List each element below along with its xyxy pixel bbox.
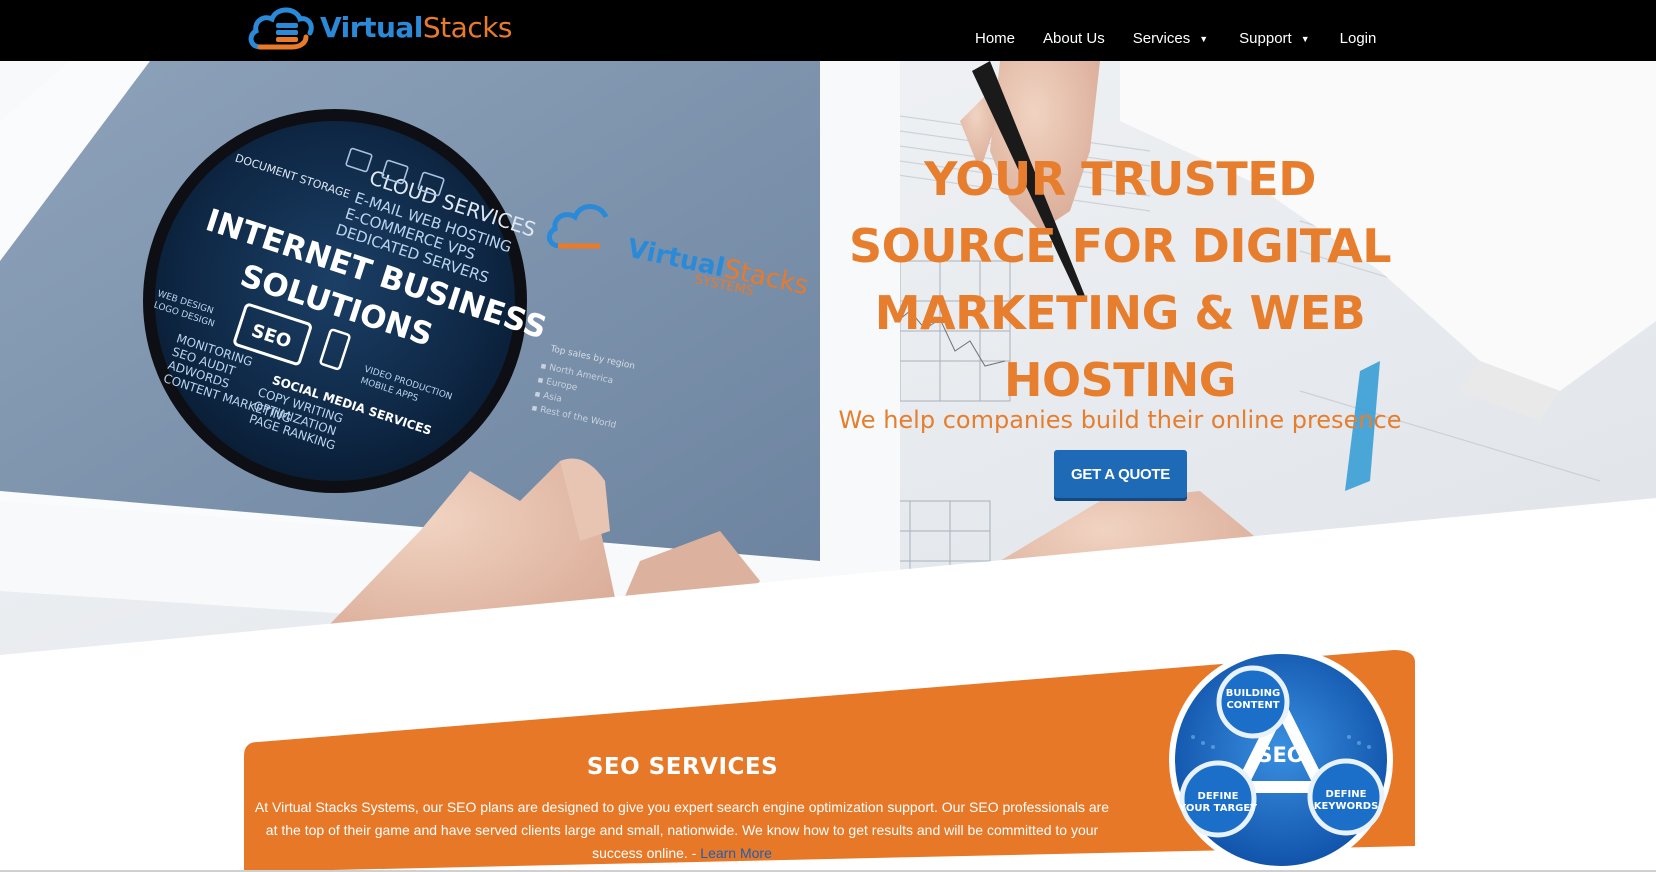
seo-section-title: SEO SERVICES [586,754,779,780]
seo-description: At Virtual Stacks Systems, our SEO plans… [252,796,1112,865]
hero-section: VirtualStacks SYSTEMS Top sales by regio… [0,61,1656,655]
seo-graphic-right-line2: KEYWORDS [1314,801,1379,812]
seo-description-text: At Virtual Stacks Systems, our SEO plans… [254,799,1110,861]
seo-graphic-top-line1: BUILDING [1226,688,1280,699]
nav-support-label: Support [1239,30,1292,47]
nav-home[interactable]: Home [975,30,1015,47]
seo-graphic-center: SEO [1257,743,1304,767]
nav-login-label: Login [1339,30,1377,47]
top-navbar: VirtualStacks Home About Us Services ▼ Su… [0,0,1656,61]
site-logo[interactable]: VirtualStacks [246,3,513,57]
nav-about-label: About Us [1043,30,1105,47]
seo-cycle-graphic: BUILDING CONTENT SEO DEFINE YOUR TARGET … [1169,648,1393,872]
nav-services[interactable]: Services ▼ [1133,30,1208,47]
logo-wordmark: VirtualStacks [320,10,513,44]
seo-graphic-left-line1: DEFINE [1198,791,1239,802]
nav-support[interactable]: Support ▼ [1239,30,1309,47]
caret-down-icon: ▼ [1300,34,1310,44]
seo-graphic-left-line2: YOUR TARGET [1178,803,1257,814]
get-a-quote-button[interactable]: GET A QUOTE [1054,450,1187,498]
caret-down-icon: ▼ [1199,34,1209,44]
nav-home-label: Home [975,30,1016,47]
nav-services-label: Services [1132,30,1191,47]
main-nav: Home About Us Services ▼ Support ▼ Login [975,30,1376,47]
seo-graphic-right-line1: DEFINE [1326,789,1367,800]
hero-subheadline: We help companies build their online pre… [838,406,1402,434]
seo-graphic-top-line2: CONTENT [1226,700,1279,711]
nav-about-us[interactable]: About Us [1043,30,1105,47]
hero-headline: YOUR TRUSTED SOURCE FOR DIGITAL MARKETIN… [848,152,1392,407]
learn-more-link[interactable]: Learn More [700,845,772,861]
nav-login[interactable]: Login [1340,30,1377,47]
cloud-stack-logo-icon [248,7,314,50]
logo-text-stacks: Stacks [422,10,513,44]
logo-text-virtual: Virtual [320,10,423,44]
